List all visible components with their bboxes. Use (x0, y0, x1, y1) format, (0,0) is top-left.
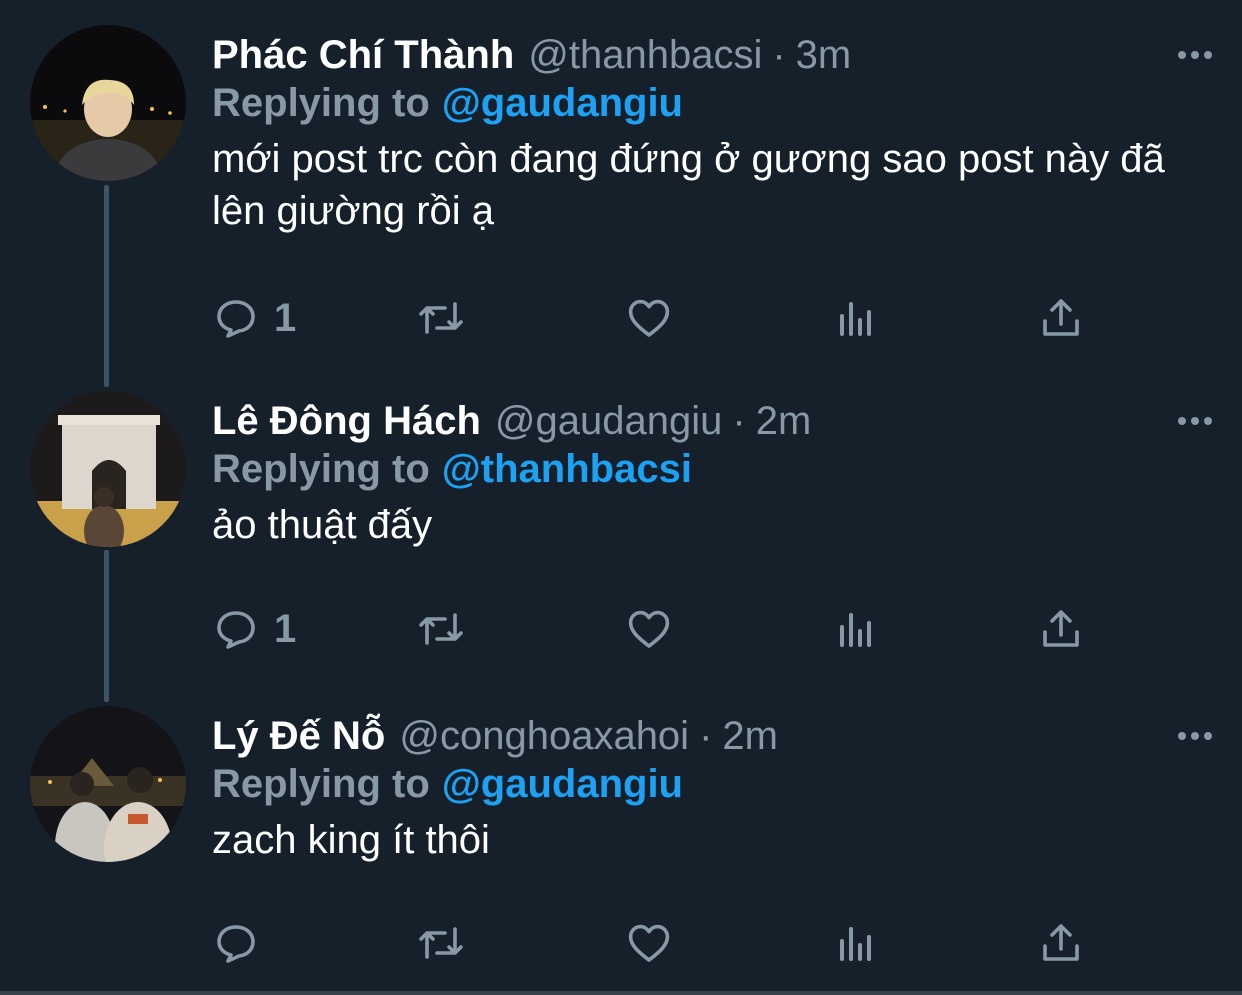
tweet-text: zach king ít thôi (212, 818, 490, 862)
tweet-header: Lê Đông Hách @gaudangiu · 2m (212, 391, 811, 451)
separator-dot: · (732, 398, 746, 443)
like-icon (628, 924, 670, 962)
replying-to-handle[interactable]: @gaudangiu (442, 762, 683, 806)
avatar[interactable] (30, 706, 186, 862)
avatar[interactable] (30, 391, 186, 547)
retweet-icon (419, 302, 463, 334)
like-button[interactable] (625, 290, 673, 346)
reply-button[interactable]: 1 (212, 601, 296, 657)
like-button[interactable] (625, 601, 673, 657)
replying-to-label: Replying to (212, 762, 430, 806)
tweet-text: ảo thuật đấy (212, 503, 433, 547)
retweet-button[interactable] (417, 290, 465, 346)
replying-to-handle[interactable]: @gaudangiu (442, 81, 683, 125)
reply-icon (217, 611, 255, 649)
like-icon (628, 610, 670, 648)
timestamp[interactable]: 2m (756, 399, 812, 444)
avatar[interactable] (30, 25, 186, 181)
tweet-header: Lý Đế Nỗ @conghoaxahoi · 2m (212, 706, 778, 766)
analytics-icon (840, 927, 871, 961)
analytics-button[interactable] (832, 290, 880, 346)
reply-icon (217, 925, 255, 963)
reply-count: 1 (274, 606, 297, 651)
tweet-header: Phác Chí Thành @thanhbacsi · 3m (212, 25, 851, 85)
tweet[interactable]: Phác Chí Thành @thanhbacsi · 3m Replying… (0, 25, 1242, 365)
more-icon[interactable] (1178, 25, 1212, 85)
display-name[interactable]: Lý Đế Nỗ (212, 714, 385, 759)
retweet-icon (419, 613, 463, 645)
tweet-text: mới post trc còn đang đứng ở gương sao p… (212, 137, 1165, 233)
user-handle[interactable]: @conghoaxahoi (399, 714, 689, 759)
reply-icon (217, 300, 255, 338)
like-icon (628, 299, 670, 337)
replying-to-label: Replying to (212, 81, 430, 125)
reply-button[interactable]: 1 (212, 290, 296, 346)
replying-to-handle[interactable]: @thanhbacsi (442, 447, 692, 491)
more-icon[interactable] (1178, 706, 1212, 766)
analytics-button[interactable] (832, 601, 880, 657)
reply-button[interactable] (212, 915, 274, 971)
share-button[interactable] (1037, 601, 1085, 657)
more-icon[interactable] (1178, 391, 1212, 451)
display-name[interactable]: Lê Đông Hách (212, 399, 481, 444)
share-button[interactable] (1037, 915, 1085, 971)
display-name[interactable]: Phác Chí Thành (212, 33, 514, 78)
reply-count: 1 (274, 295, 297, 340)
tweet[interactable]: Lê Đông Hách @gaudangiu · 2m Replying to… (0, 391, 1242, 671)
retweet-icon (419, 927, 463, 959)
timestamp[interactable]: 2m (722, 714, 778, 759)
user-handle[interactable]: @thanhbacsi (528, 33, 762, 78)
timestamp[interactable]: 3m (796, 33, 852, 78)
share-icon (1043, 299, 1079, 336)
separator-dot: · (772, 32, 786, 77)
separator-dot: · (699, 713, 713, 758)
tweet[interactable]: Lý Đế Nỗ @conghoaxahoi · 2m Replying to @… (0, 706, 1242, 971)
analytics-icon (840, 613, 871, 647)
share-icon (1043, 610, 1079, 647)
retweet-button[interactable] (417, 915, 465, 971)
analytics-icon (840, 302, 871, 336)
retweet-button[interactable] (417, 601, 465, 657)
bottom-divider (0, 991, 1242, 995)
share-button[interactable] (1037, 290, 1085, 346)
replying-to: Replying to @gaudangiu (212, 81, 683, 126)
analytics-button[interactable] (832, 915, 880, 971)
replying-to: Replying to @thanhbacsi (212, 447, 692, 492)
user-handle[interactable]: @gaudangiu (495, 399, 722, 444)
like-button[interactable] (625, 915, 673, 971)
share-icon (1043, 924, 1079, 961)
replying-to-label: Replying to (212, 447, 430, 491)
replying-to: Replying to @gaudangiu (212, 762, 683, 807)
